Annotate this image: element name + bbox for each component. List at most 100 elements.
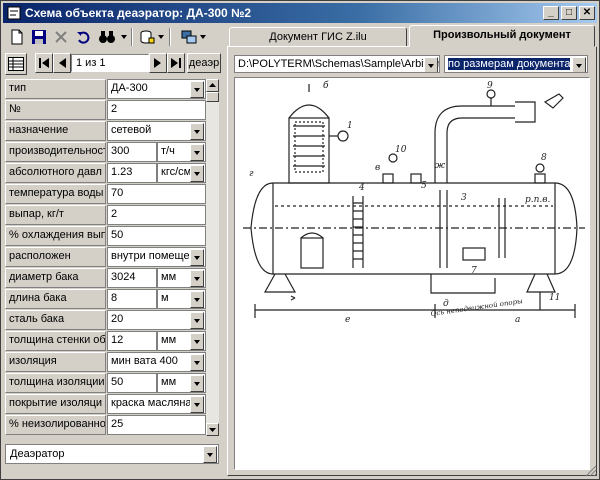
drawing-label: 11: [549, 293, 560, 303]
properties-grid: тип ДА-300 № 2 назначение сетевой производител…: [5, 79, 219, 436]
property-row: назначение сетевой: [5, 121, 206, 142]
find-button[interactable]: [95, 27, 119, 47]
toolbar-separator: [131, 28, 133, 46]
chevron-down-icon[interactable]: [190, 270, 204, 287]
property-value[interactable]: 50: [107, 373, 157, 393]
property-row: толщина изоляции 50 мм: [5, 373, 206, 394]
property-label: назначение: [5, 121, 106, 141]
grid-view-button[interactable]: [5, 53, 27, 75]
chevron-down-icon[interactable]: [190, 165, 204, 182]
property-unit[interactable]: мм: [157, 331, 206, 351]
property-value-text: ДА-300: [111, 82, 148, 94]
table-icon: [8, 57, 24, 71]
chevron-down-icon[interactable]: [190, 144, 204, 161]
property-value[interactable]: 20: [107, 310, 206, 330]
property-unit[interactable]: мм: [157, 268, 206, 288]
toolbar-separator: [169, 28, 171, 46]
undo-button[interactable]: [73, 27, 93, 47]
scroll-up-button[interactable]: [206, 79, 219, 92]
close-button[interactable]: ✕: [579, 6, 595, 20]
property-value[interactable]: 70: [107, 184, 206, 204]
chevron-down-icon: [200, 35, 206, 39]
chevron-down-icon[interactable]: [190, 375, 204, 392]
property-label: выпар, кг/т: [5, 205, 106, 225]
property-row: № 2: [5, 100, 206, 121]
drawing-label: 4: [358, 183, 365, 193]
property-label: % неизолированной: [5, 415, 106, 435]
property-value[interactable]: сетевой: [107, 121, 206, 141]
property-value[interactable]: внутри помещен: [107, 247, 206, 267]
save-button[interactable]: [29, 27, 49, 47]
last-record-icon: [171, 58, 181, 68]
new-document-button[interactable]: [7, 27, 27, 47]
first-record-icon: [39, 58, 49, 68]
drawing-label: 10: [395, 145, 407, 155]
chevron-down-icon[interactable]: [190, 249, 204, 266]
drawing-label: 1: [347, 121, 353, 131]
property-value[interactable]: 2: [107, 100, 206, 120]
property-value[interactable]: 25: [107, 415, 206, 435]
property-label: толщина стенки об: [5, 331, 106, 351]
first-record-button[interactable]: [35, 53, 53, 73]
property-row: диаметр бака 3024 мм: [5, 268, 206, 289]
property-value[interactable]: 300: [107, 142, 157, 162]
property-value-text: 20: [111, 313, 124, 325]
grid-scrollbar[interactable]: [206, 79, 219, 436]
property-value[interactable]: 8: [107, 289, 157, 309]
tab-gis-document[interactable]: Документ ГИС Z.ilu: [229, 27, 407, 47]
prev-record-button[interactable]: [53, 53, 71, 73]
minimize-button[interactable]: _: [543, 6, 559, 20]
find-dropdown-arrow[interactable]: [120, 27, 128, 47]
document-path-value: D:\POLYTERM\Schemas\Sample\Arbitrar: [238, 58, 440, 70]
property-value-text: 300: [111, 145, 130, 157]
chevron-down-icon[interactable]: [190, 333, 204, 350]
property-value-text: 12: [111, 334, 124, 346]
chevron-down-icon[interactable]: [203, 446, 217, 463]
database-icon: [140, 30, 155, 44]
property-label: температура воды: [5, 184, 106, 204]
property-unit[interactable]: кгс/см: [157, 163, 206, 183]
chevron-down-icon: [121, 35, 127, 39]
scroll-thumb[interactable]: [206, 92, 219, 102]
delete-button[interactable]: [51, 27, 71, 47]
property-value[interactable]: ДА-300: [107, 79, 206, 99]
maximize-button[interactable]: □: [561, 6, 577, 20]
property-row: толщина стенки об 12 мм: [5, 331, 206, 352]
chevron-down-icon[interactable]: [190, 396, 204, 413]
drawing-label: ж: [435, 161, 446, 171]
object-type-select[interactable]: Деаэратор: [5, 444, 219, 464]
drawing-label: а: [515, 315, 520, 325]
document-path-select[interactable]: D:\POLYTERM\Schemas\Sample\Arbitrar: [234, 55, 440, 73]
deaerator-button[interactable]: деаэр: [187, 53, 221, 73]
property-unit[interactable]: м: [157, 289, 206, 309]
property-row: % охлаждения выпа 50: [5, 226, 206, 247]
property-label: длина бака: [5, 289, 106, 309]
links-button[interactable]: [179, 27, 199, 47]
zoom-mode-select[interactable]: по размерам документа: [444, 55, 588, 73]
tab-arbitrary-document[interactable]: Произвольный документ: [409, 25, 595, 47]
property-unit[interactable]: мм: [157, 373, 206, 393]
chevron-down-icon[interactable]: [424, 57, 438, 72]
chevron-down-icon[interactable]: [190, 81, 204, 98]
property-value[interactable]: 3024: [107, 268, 157, 288]
property-value[interactable]: 50: [107, 226, 206, 246]
property-value[interactable]: 1.23: [107, 163, 157, 183]
resize-grip-icon[interactable]: [585, 465, 597, 477]
next-record-button[interactable]: [149, 53, 167, 73]
property-value[interactable]: 2: [107, 205, 206, 225]
chevron-down-icon[interactable]: [190, 291, 204, 308]
chevron-down-icon[interactable]: [190, 123, 204, 140]
property-value[interactable]: 12: [107, 331, 157, 351]
database-button[interactable]: [137, 27, 157, 47]
links-dropdown-arrow[interactable]: [199, 27, 207, 47]
property-value[interactable]: мин вата 400: [107, 352, 206, 372]
property-value[interactable]: краска масляна: [107, 394, 206, 414]
last-record-button[interactable]: [167, 53, 185, 73]
chevron-down-icon[interactable]: [190, 312, 204, 329]
database-dropdown-arrow[interactable]: [157, 27, 165, 47]
property-unit[interactable]: т/ч: [157, 142, 206, 162]
chevron-down-icon[interactable]: [190, 354, 204, 371]
record-counter[interactable]: 1 из 1: [71, 54, 149, 72]
scroll-down-button[interactable]: [206, 423, 219, 436]
chevron-down-icon[interactable]: [572, 57, 586, 72]
